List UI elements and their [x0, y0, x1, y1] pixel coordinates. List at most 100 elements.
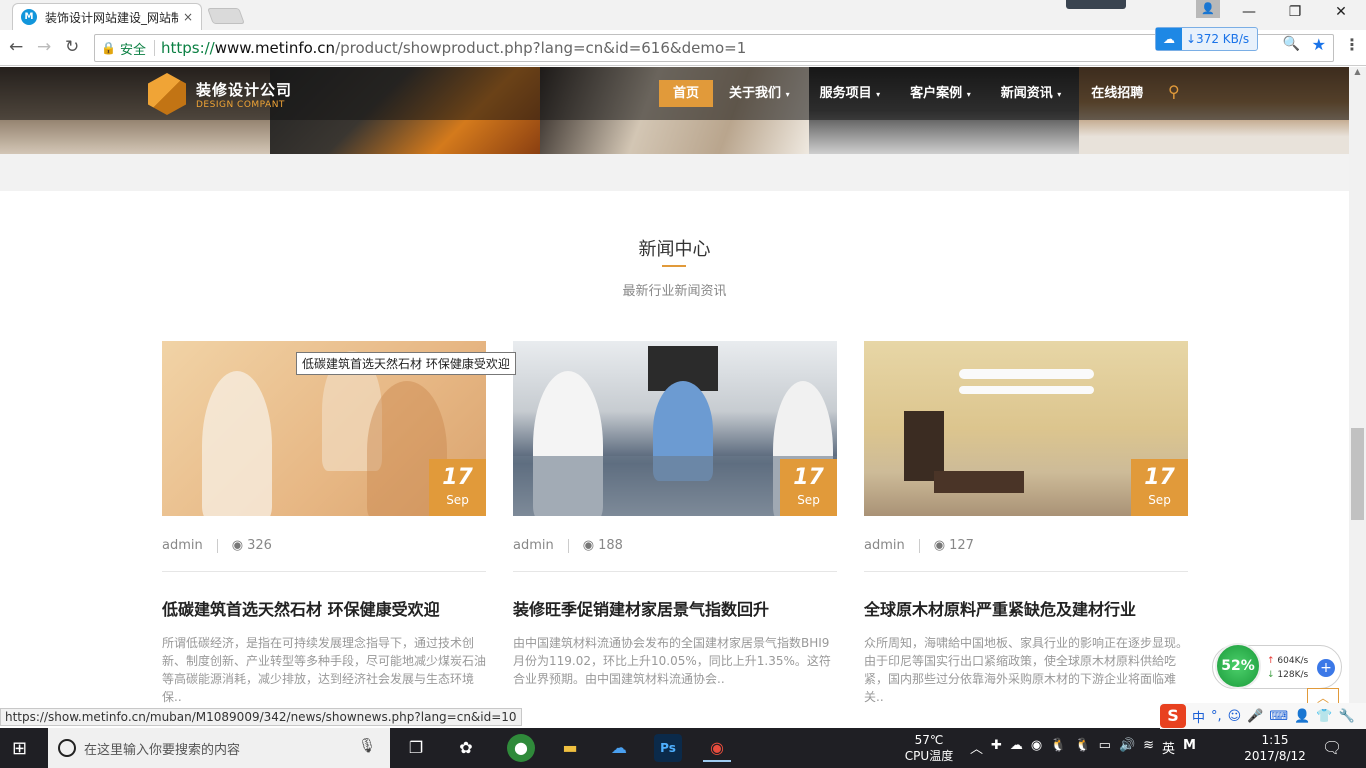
restore-icon[interactable]: ❐	[1280, 4, 1310, 20]
lock-icon: 🔒	[101, 41, 116, 55]
cpu-temp-value: 57℃	[914, 733, 944, 747]
chevron-down-icon: ▾	[876, 90, 881, 99]
ime-toolbar: S 中 °, ☺ 🎤 ⌨ 👤 👕 🔧	[1160, 703, 1366, 729]
volume-icon[interactable]: 🔊	[1119, 738, 1135, 757]
close-window-icon[interactable]: ✕	[1326, 4, 1356, 20]
title-underline	[662, 265, 686, 267]
upload-speed: ↑ 604K/s	[1267, 656, 1309, 666]
qq-icon[interactable]: 🐧	[1074, 738, 1090, 757]
nav-item-services[interactable]: 服务项目 ▾	[806, 80, 895, 107]
search-icon[interactable]: ⚲	[1168, 82, 1180, 101]
minimize-icon[interactable]: —	[1234, 4, 1264, 20]
author: admin	[513, 538, 554, 553]
menu-icon[interactable]: ⋮	[1344, 35, 1360, 54]
tooltip: 低碳建筑首选天然石材 环保健康受欢迎	[296, 352, 516, 375]
logo-subtitle: DESIGN COMPANT	[196, 99, 285, 110]
profile-icon[interactable]: 👤	[1196, 0, 1220, 18]
chrome-icon[interactable]: ◉	[703, 734, 731, 762]
plus-icon[interactable]: +	[1317, 659, 1335, 677]
skin-icon[interactable]: 👕	[1316, 709, 1332, 724]
page-content: 装修设计公司 DESIGN COMPANT 首页 关于我们 ▾ 服务项目 ▾ 客…	[0, 67, 1349, 728]
battery-icon[interactable]: ▭	[1099, 738, 1111, 757]
ime-lang-toggle[interactable]: 中	[1192, 707, 1205, 726]
chevron-down-icon: ▾	[785, 90, 790, 99]
news-card[interactable]: 17 Sep admin ◉ 326 低碳建筑首选天然石材 环保健康受欢迎 所谓…	[162, 341, 486, 706]
chrome-tray-icon[interactable]: ◉	[1031, 738, 1042, 757]
zoom-search-icon[interactable]: 🔍	[1283, 36, 1300, 52]
tab-strip: M 装饰设计网站建设_网站制 × 👤 — ❐ ✕	[0, 0, 1366, 30]
app-icon[interactable]: ●	[507, 734, 535, 762]
download-speed: ↓ 128K/s	[1267, 670, 1309, 680]
cloud-icon: ☁	[1156, 28, 1182, 50]
new-tab-button[interactable]	[207, 8, 245, 24]
view-count: 326	[247, 538, 272, 553]
cpu-temp-label: CPU温度	[904, 749, 954, 763]
news-title[interactable]: 全球原木材原料严重紧缺危及建材行业	[864, 596, 1188, 620]
reload-icon[interactable]: ↻	[65, 37, 79, 57]
forward-icon[interactable]: →	[37, 37, 51, 57]
date-month: Sep	[1148, 493, 1171, 507]
chevron-down-icon: ▾	[966, 90, 971, 99]
nav-item-jobs[interactable]: 在线招聘	[1077, 80, 1157, 107]
tab-close-icon[interactable]: ×	[183, 10, 193, 24]
date-month: Sep	[446, 493, 469, 507]
ime-m-icon[interactable]: M	[1183, 738, 1196, 757]
chevron-up-icon[interactable]: ︿	[970, 738, 983, 757]
news-card[interactable]: 17 Sep admin ◉ 127 全球原木材原料严重紧缺危及建材行业 众所周…	[864, 341, 1188, 706]
taskbar-search[interactable]: 在这里输入你要搜索的内容 🎙	[48, 728, 390, 768]
clock[interactable]: 1:15 2017/8/12	[1238, 728, 1312, 768]
tray-app-icon[interactable]: ✚	[991, 738, 1002, 757]
news-excerpt: 由中国建筑材料流通协会发布的全国建材家居景气指数BHI9月份为119.02，环比…	[513, 636, 831, 686]
wifi-icon[interactable]: ≋	[1143, 738, 1154, 757]
date-day: 17	[1144, 465, 1175, 490]
site-logo[interactable]: 装修设计公司 DESIGN COMPANT	[148, 73, 292, 115]
date-badge: 17 Sep	[1131, 459, 1188, 516]
punctuation-icon[interactable]: °,	[1211, 709, 1222, 724]
news-title[interactable]: 低碳建筑首选天然石材 环保健康受欢迎	[162, 596, 486, 620]
mic-icon[interactable]: 🎤	[1247, 709, 1263, 724]
nav-item-home[interactable]: 首页	[659, 80, 714, 107]
news-meta: admin ◉ 326	[162, 534, 486, 572]
scrollbar[interactable]: ▲ ▼	[1349, 67, 1366, 728]
notification-icon[interactable]: 🗨	[1322, 738, 1342, 757]
url-text[interactable]: https://www.metinfo.cn/product/showprodu…	[161, 39, 746, 57]
cloud-app-icon[interactable]: ☁	[605, 734, 633, 762]
wrench-icon[interactable]: 🔧	[1339, 709, 1355, 724]
emoji-icon[interactable]: ☺	[1228, 709, 1242, 724]
windows-start-icon[interactable]: ⊞	[12, 738, 27, 759]
eye-icon: ◉	[582, 538, 595, 553]
cloud-tray-icon[interactable]: ☁	[1010, 738, 1023, 757]
chevron-down-icon: ▾	[1057, 90, 1062, 99]
nav-item-about[interactable]: 关于我们 ▾	[715, 80, 804, 107]
news-image[interactable]: 17 Sep	[513, 341, 837, 516]
back-icon[interactable]: ←	[9, 37, 23, 57]
photoshop-icon[interactable]: Ps	[654, 734, 682, 762]
news-card[interactable]: 17 Sep admin ◉ 188 装修旺季促销建材家居景气指数回升 由中国建…	[513, 341, 837, 688]
top-widget-handle	[1066, 0, 1126, 9]
mic-icon[interactable]: 🎙	[358, 738, 376, 754]
nav-item-cases[interactable]: 客户案例 ▾	[896, 80, 985, 107]
download-speed-widget[interactable]: ☁ ↓372 KB/s	[1155, 27, 1258, 51]
site-navbar: 装修设计公司 DESIGN COMPANT 首页 关于我们 ▾ 服务项目 ▾ 客…	[0, 67, 1349, 120]
scroll-up-icon[interactable]: ▲	[1349, 67, 1366, 81]
sogou-logo-icon[interactable]: S	[1160, 704, 1186, 728]
file-explorer-icon[interactable]: ▬	[556, 734, 584, 762]
keyboard-icon[interactable]: ⌨	[1269, 709, 1288, 724]
pinwheel-app-icon[interactable]: ✿	[452, 734, 480, 762]
tab-title: 装饰设计网站建设_网站制	[45, 10, 179, 25]
browser-tab[interactable]: M 装饰设计网站建设_网站制 ×	[12, 3, 202, 30]
network-monitor-widget[interactable]: 52% ↑ 604K/s ↓ 128K/s +	[1212, 643, 1342, 689]
bookmark-star-icon[interactable]: ★	[1312, 35, 1326, 54]
qq-icon[interactable]: 🐧	[1050, 738, 1066, 757]
scrollbar-thumb[interactable]	[1351, 428, 1364, 520]
news-title[interactable]: 装修旺季促销建材家居景气指数回升	[513, 596, 837, 620]
task-view-icon[interactable]: ❐	[402, 734, 430, 762]
clock-date: 2017/8/12	[1244, 749, 1306, 763]
nav-item-news[interactable]: 新闻资讯 ▾	[987, 80, 1076, 107]
user-icon[interactable]: 👤	[1294, 709, 1310, 724]
logo-cube-icon	[148, 73, 186, 115]
news-image[interactable]: 17 Sep	[864, 341, 1188, 516]
address-bar[interactable]: 🔒 安全 https://www.metinfo.cn/product/show…	[94, 34, 1334, 62]
ime-lang-label[interactable]: 英	[1162, 738, 1175, 757]
news-excerpt: 所谓低碳经济，是指在可持续发展理念指导下，通过技术创新、制度创新、产业转型等多种…	[162, 636, 487, 704]
